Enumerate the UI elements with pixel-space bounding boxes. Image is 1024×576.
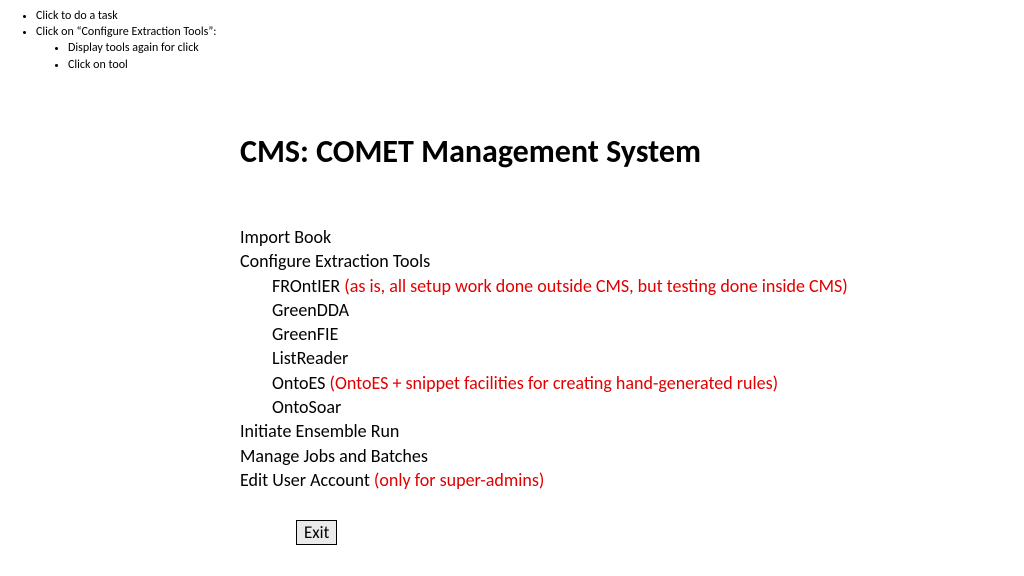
note-line: Click on “Configure Extraction Tools”: D… xyxy=(36,24,217,73)
tools-submenu: FROntIER (as is, all setup work done out… xyxy=(240,274,848,420)
note-text: Click on “Configure Extraction Tools”: xyxy=(36,25,217,39)
exit-button[interactable]: Exit xyxy=(296,520,337,545)
menu-note: (only for super-admins) xyxy=(370,469,545,491)
menu-initiate-ensemble-run[interactable]: Initiate Ensemble Run xyxy=(240,419,848,443)
tool-label: OntoES xyxy=(272,372,325,394)
menu-edit-user-account[interactable]: Edit User Account (only for super-admins… xyxy=(240,468,848,492)
tool-ontosoar[interactable]: OntoSoar xyxy=(272,395,848,419)
main-menu: Import Book Configure Extraction Tools F… xyxy=(240,225,848,492)
tool-greendda[interactable]: GreenDDA xyxy=(272,298,848,322)
note-subline: Display tools again for click xyxy=(68,40,217,56)
page-title: CMS: COMET Management System xyxy=(240,132,701,171)
menu-label: Edit User Account xyxy=(240,469,370,491)
menu-configure-extraction-tools[interactable]: Configure Extraction Tools xyxy=(240,249,848,273)
note-subline: Click on tool xyxy=(68,57,217,73)
tool-label: FROntIER xyxy=(272,275,340,297)
tool-listreader[interactable]: ListReader xyxy=(272,346,848,370)
tool-frontier[interactable]: FROntIER (as is, all setup work done out… xyxy=(272,274,848,298)
presenter-notes: Click to do a task Click on “Configure E… xyxy=(20,8,217,73)
tool-note: (OntoES + snippet facilities for creatin… xyxy=(325,372,778,394)
note-line: Click to do a task xyxy=(36,8,217,24)
tool-note: (as is, all setup work done outside CMS,… xyxy=(340,275,848,297)
tool-ontoes[interactable]: OntoES (OntoES + snippet facilities for … xyxy=(272,371,848,395)
menu-import-book[interactable]: Import Book xyxy=(240,225,848,249)
menu-manage-jobs-batches[interactable]: Manage Jobs and Batches xyxy=(240,444,848,468)
tool-greenfie[interactable]: GreenFIE xyxy=(272,322,848,346)
